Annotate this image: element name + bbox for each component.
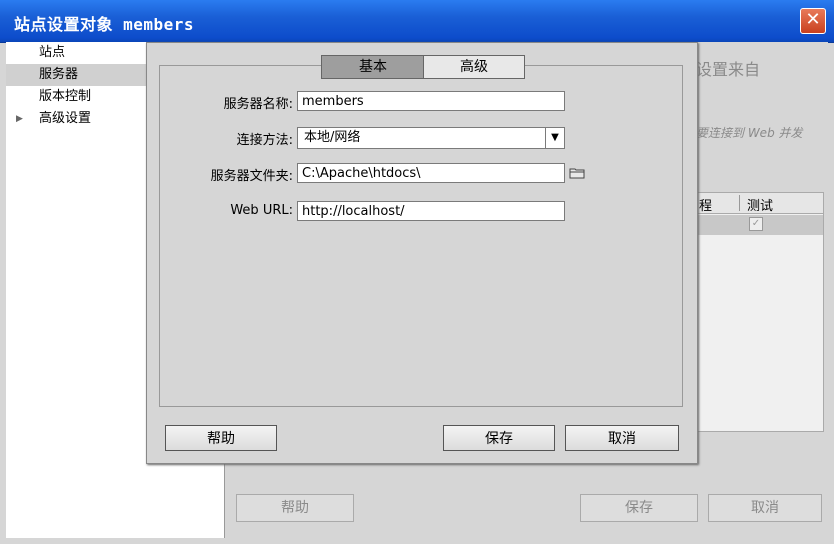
dialog-content-frame — [159, 65, 683, 407]
bg-save-button: 保存 — [580, 494, 698, 522]
background-hint-text: 要连接到 Web 并发 — [696, 126, 803, 140]
connect-method-select[interactable]: 本地/网络 ▼ — [297, 127, 565, 149]
web-url-input[interactable]: http://localhost/ — [297, 201, 565, 221]
help-button[interactable]: 帮助 — [165, 425, 277, 451]
table-header-remote: 程 — [699, 199, 713, 214]
tab-advanced[interactable]: 高级 — [423, 55, 525, 79]
window-title: 站点设置对象 members — [14, 15, 195, 34]
bg-cancel-button: 取消 — [708, 494, 822, 522]
sidebar-item-label: 高级设置 — [39, 111, 92, 126]
cancel-button[interactable]: 取消 — [565, 425, 679, 451]
server-table: 程 测试 ✓ — [694, 192, 824, 432]
table-header: 程 测试 — [695, 193, 823, 214]
table-row[interactable]: ✓ — [695, 215, 823, 235]
server-folder-input[interactable]: C:\Apache\htdocs\ — [297, 163, 565, 183]
connect-method-value: 本地/网络 — [304, 130, 361, 145]
sidebar-item-label: 站点 — [39, 45, 66, 60]
sidebar-item-label: 版本控制 — [39, 89, 92, 104]
connect-method-label: 连接方法: — [236, 133, 293, 148]
expand-arrow-icon[interactable]: ▶ — [16, 108, 23, 130]
background-text: 设置来自 — [696, 60, 761, 79]
folder-icon[interactable] — [569, 167, 585, 179]
column-divider — [739, 195, 740, 211]
test-checkbox[interactable]: ✓ — [749, 217, 763, 231]
web-url-label: Web URL: — [230, 203, 293, 218]
sidebar-item-label: 服务器 — [39, 67, 79, 82]
title-bar[interactable]: 站点设置对象 members ✕ — [0, 0, 834, 43]
server-dialog: 基本 高级 服务器名称: members 连接方法: 本地/网络 ▼ 服务器文件… — [146, 42, 698, 464]
bg-help-button: 帮助 — [236, 494, 354, 522]
site-settings-window: 站点设置对象 members ✕ 站点 服务器 版本控制 ▶ 高级设置 设置来自… — [0, 0, 834, 544]
server-name-input[interactable]: members — [297, 91, 565, 111]
server-folder-label: 服务器文件夹: — [210, 169, 293, 184]
close-icon[interactable]: ✕ — [800, 8, 826, 34]
server-name-label: 服务器名称: — [223, 97, 293, 112]
chevron-down-icon[interactable]: ▼ — [545, 128, 564, 148]
table-header-test: 测试 — [747, 199, 774, 214]
save-button[interactable]: 保存 — [443, 425, 555, 451]
tab-basic[interactable]: 基本 — [321, 55, 425, 79]
